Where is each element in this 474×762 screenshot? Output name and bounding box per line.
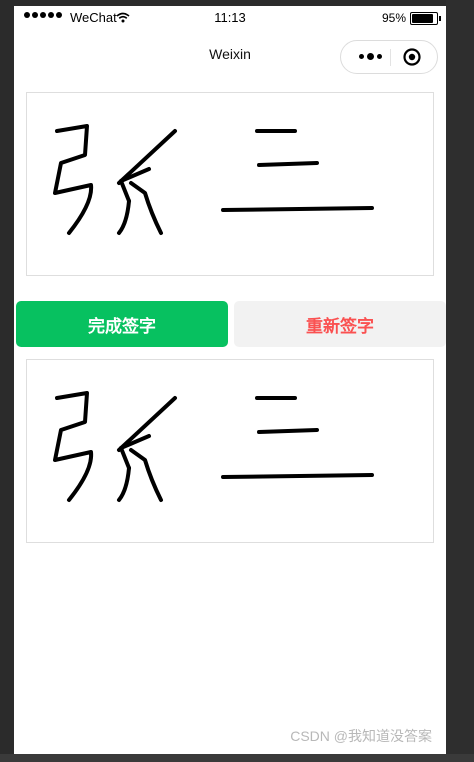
capsule-divider bbox=[390, 49, 391, 66]
watermark: CSDN @我知道没答案 bbox=[290, 728, 432, 744]
menu-capsule bbox=[340, 40, 438, 74]
left-background bbox=[0, 0, 14, 762]
status-bar: WeChat 11:13 95% bbox=[14, 6, 446, 32]
finish-sign-button[interactable]: 完成签字 bbox=[16, 301, 228, 347]
battery-icon bbox=[410, 12, 441, 25]
signature-strokes bbox=[53, 124, 374, 235]
signature-preview bbox=[26, 359, 434, 543]
phone-frame: WeChat 11:13 95% Weixin 完成签字 重新签字 CSDN @… bbox=[14, 6, 446, 754]
signature-preview-strokes bbox=[53, 391, 374, 502]
right-background bbox=[446, 0, 474, 762]
resign-button[interactable]: 重新签字 bbox=[234, 301, 446, 347]
more-icon[interactable] bbox=[359, 53, 382, 60]
close-target-icon[interactable] bbox=[403, 48, 421, 66]
battery-percent: 95% bbox=[381, 11, 406, 25]
nav-bar: Weixin bbox=[14, 32, 446, 76]
signature-canvas[interactable] bbox=[26, 92, 434, 276]
bottom-strip bbox=[0, 754, 474, 762]
